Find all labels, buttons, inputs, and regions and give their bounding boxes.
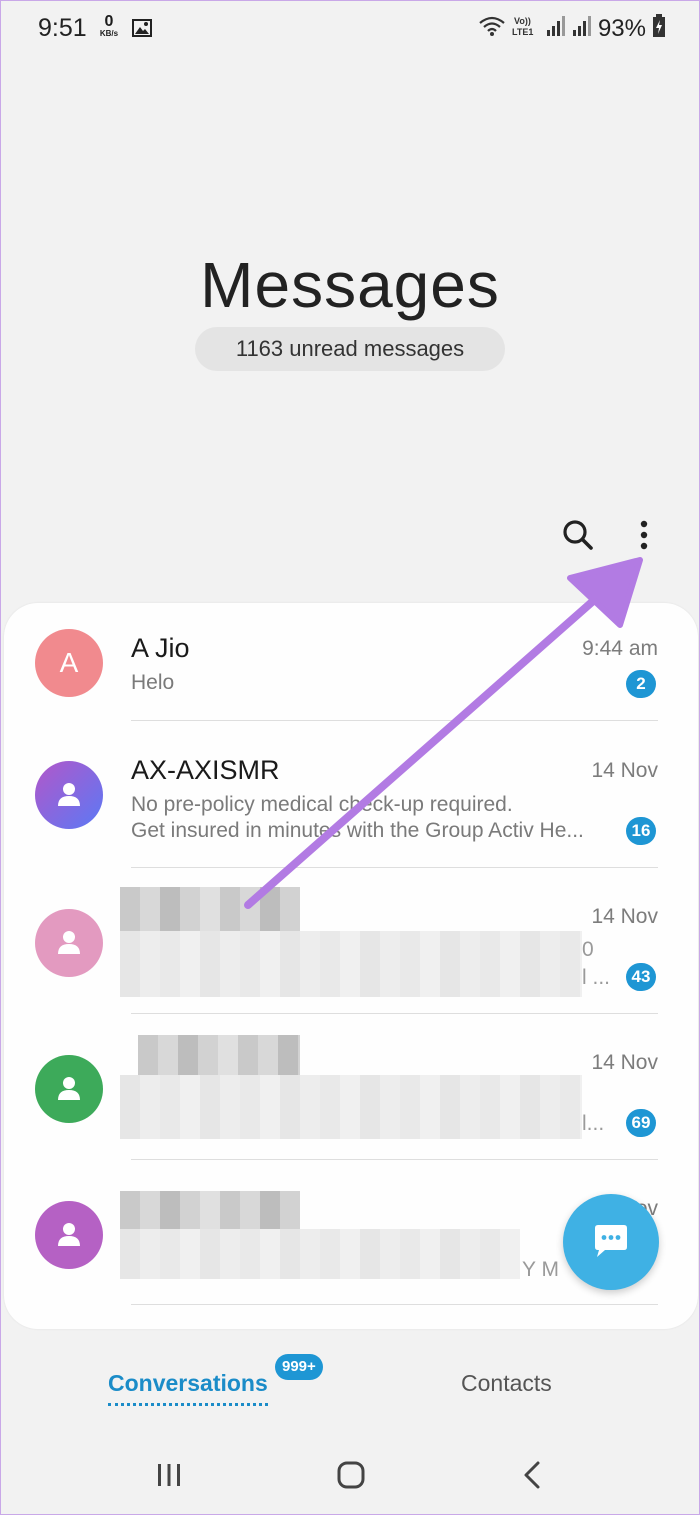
unread-count-pill: 1163 unread messages (195, 327, 505, 371)
partial-preview-text: 0 (582, 938, 594, 961)
svg-text:LTE1: LTE1 (512, 27, 533, 37)
system-nav-bar (0, 1440, 700, 1515)
status-right-group: Vo)) LTE1 93% (478, 14, 666, 43)
partial-preview-text: Y M (522, 1258, 559, 1281)
redacted-preview (120, 931, 582, 997)
unread-badge: 16 (626, 817, 656, 845)
conversation-row-redacted[interactable]: 14 Nov 0 l ... 43 (4, 869, 698, 1015)
signal-strength-icon-1 (546, 15, 566, 42)
back-chevron-icon (524, 1461, 540, 1489)
gallery-notification-icon (132, 19, 152, 42)
conversation-row-redacted[interactable]: 14 Nov l... 69 (4, 1015, 698, 1161)
more-vertical-icon (640, 520, 648, 550)
chat-bubble-icon (595, 1225, 627, 1257)
unread-badge: 69 (626, 1109, 656, 1137)
message-time: 14 Nov (591, 1051, 658, 1074)
volte-lte-icon: Vo)) LTE1 (512, 15, 540, 42)
avatar (35, 909, 103, 977)
page-title: Messages (200, 249, 500, 321)
contact-name: A Jio (131, 633, 190, 663)
contact-name: AX-AXISMR (131, 755, 280, 785)
tab-contacts[interactable]: Contacts (461, 1370, 552, 1397)
message-time: 9:44 am (582, 637, 658, 660)
person-icon (58, 931, 80, 954)
redacted-name (138, 1035, 300, 1075)
redacted-name (120, 1191, 300, 1229)
message-preview-line1: No pre-policy medical check-up required. (131, 793, 513, 816)
tab-conversations[interactable]: Conversations (108, 1370, 268, 1406)
partial-preview-text: l... (582, 1112, 605, 1135)
home-icon (337, 1461, 365, 1489)
search-button[interactable] (558, 515, 598, 555)
home-button[interactable] (334, 1458, 368, 1497)
redacted-preview (120, 1229, 520, 1279)
person-icon (58, 1077, 80, 1100)
compose-message-button[interactable] (563, 1194, 659, 1290)
message-preview-line2: Get insured in minutes with the Group Ac… (131, 819, 584, 842)
wifi-icon (478, 15, 506, 42)
status-bar: 9:51 0 KB/s Vo)) LTE1 93% (0, 0, 700, 60)
message-time: 14 Nov (591, 905, 658, 928)
avatar (35, 1201, 103, 1269)
avatar: A (35, 629, 103, 697)
redacted-name (120, 887, 300, 931)
recent-apps-icon (158, 1464, 180, 1486)
battery-charging-icon (652, 14, 666, 43)
signal-strength-icon-2 (572, 15, 592, 42)
message-time: 14 Nov (591, 759, 658, 782)
conversation-row-a-jio[interactable]: A A Jio Helo 9:44 am 2 (4, 603, 698, 723)
person-icon (58, 1223, 80, 1246)
status-time: 9:51 (38, 14, 87, 42)
recent-apps-button[interactable] (152, 1458, 186, 1497)
svg-text:Vo)): Vo)) (514, 16, 531, 26)
unread-badge: 43 (626, 963, 656, 991)
row-divider (131, 1013, 658, 1014)
more-options-button[interactable] (624, 515, 664, 555)
avatar (35, 761, 103, 829)
search-icon (563, 520, 593, 550)
avatar (35, 1055, 103, 1123)
conversation-row-axismr[interactable]: AX-AXISMR No pre-policy medical check-up… (4, 721, 698, 869)
avatar-letter: A (59, 647, 79, 678)
tab-conversations-badge: 999+ (275, 1354, 323, 1380)
redacted-preview (120, 1075, 582, 1139)
partial-preview-text: l ... (582, 966, 611, 989)
battery-percentage: 93% (597, 14, 646, 42)
row-divider (131, 1304, 658, 1305)
net-speed-value: 0 (104, 13, 114, 30)
net-speed-indicator: 0 KB/s (96, 14, 122, 38)
person-icon (58, 783, 80, 806)
row-divider (131, 867, 658, 868)
back-button[interactable] (516, 1458, 550, 1497)
net-speed-unit: KB/s (99, 29, 119, 38)
row-divider (131, 1159, 658, 1160)
bottom-tabs: Conversations 999+ Contacts (0, 1350, 700, 1420)
message-preview: Helo (131, 671, 175, 694)
unread-badge: 2 (626, 670, 656, 698)
